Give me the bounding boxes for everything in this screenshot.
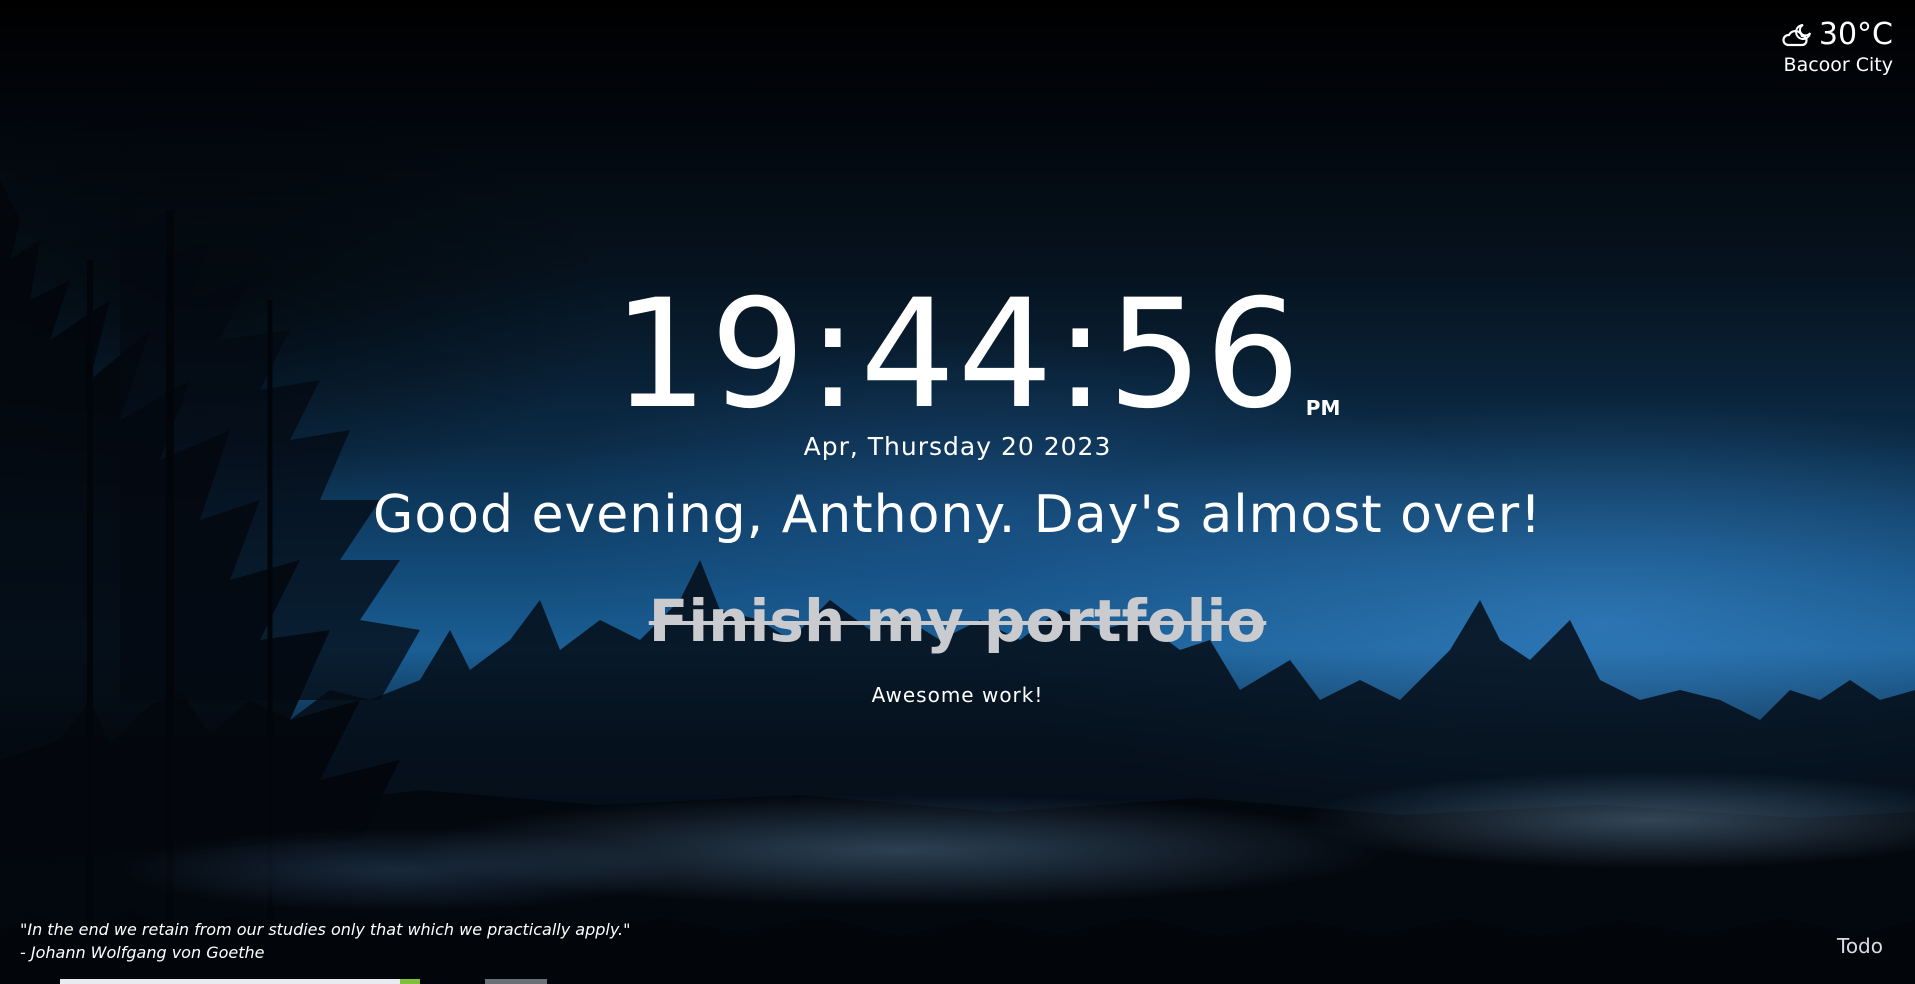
clock-time: 19:44:56: [612, 268, 1303, 442]
taskbar-strip-secondary: [485, 979, 547, 984]
dashboard-screen: 30°C Bacoor City 19:44:56 PM Apr, Thursd…: [0, 0, 1915, 984]
partly-cloudy-night-icon: [1782, 24, 1811, 47]
temperature: 30°C: [1818, 17, 1893, 52]
greeting-message: Good evening, Anthony. Day's almost over…: [373, 485, 1542, 545]
weather-row: 30°C: [1781, 18, 1893, 52]
current-date: Apr, Thursday 20 2023: [803, 432, 1112, 461]
clock: 19:44:56 PM: [613, 280, 1341, 430]
praise-message: Awesome work!: [871, 683, 1044, 707]
city-name: Bacoor City: [1783, 54, 1893, 76]
clock-container: 19:44:56 PM: [0, 280, 1915, 430]
taskbar-strip-accent: [400, 979, 420, 984]
taskbar-strip: [60, 979, 420, 984]
clock-period: PM: [1305, 396, 1341, 420]
quote-author: - Johann Wolfgang von Goethe: [20, 943, 265, 962]
quote: "In the end we retain from our studies o…: [20, 918, 631, 964]
focus-task[interactable]: Finish my portfolio: [0, 587, 1915, 655]
todo-button[interactable]: Todo: [1837, 934, 1883, 958]
quote-text: "In the end we retain from our studies o…: [20, 920, 631, 939]
weather-widget[interactable]: 30°C Bacoor City: [1781, 18, 1893, 76]
